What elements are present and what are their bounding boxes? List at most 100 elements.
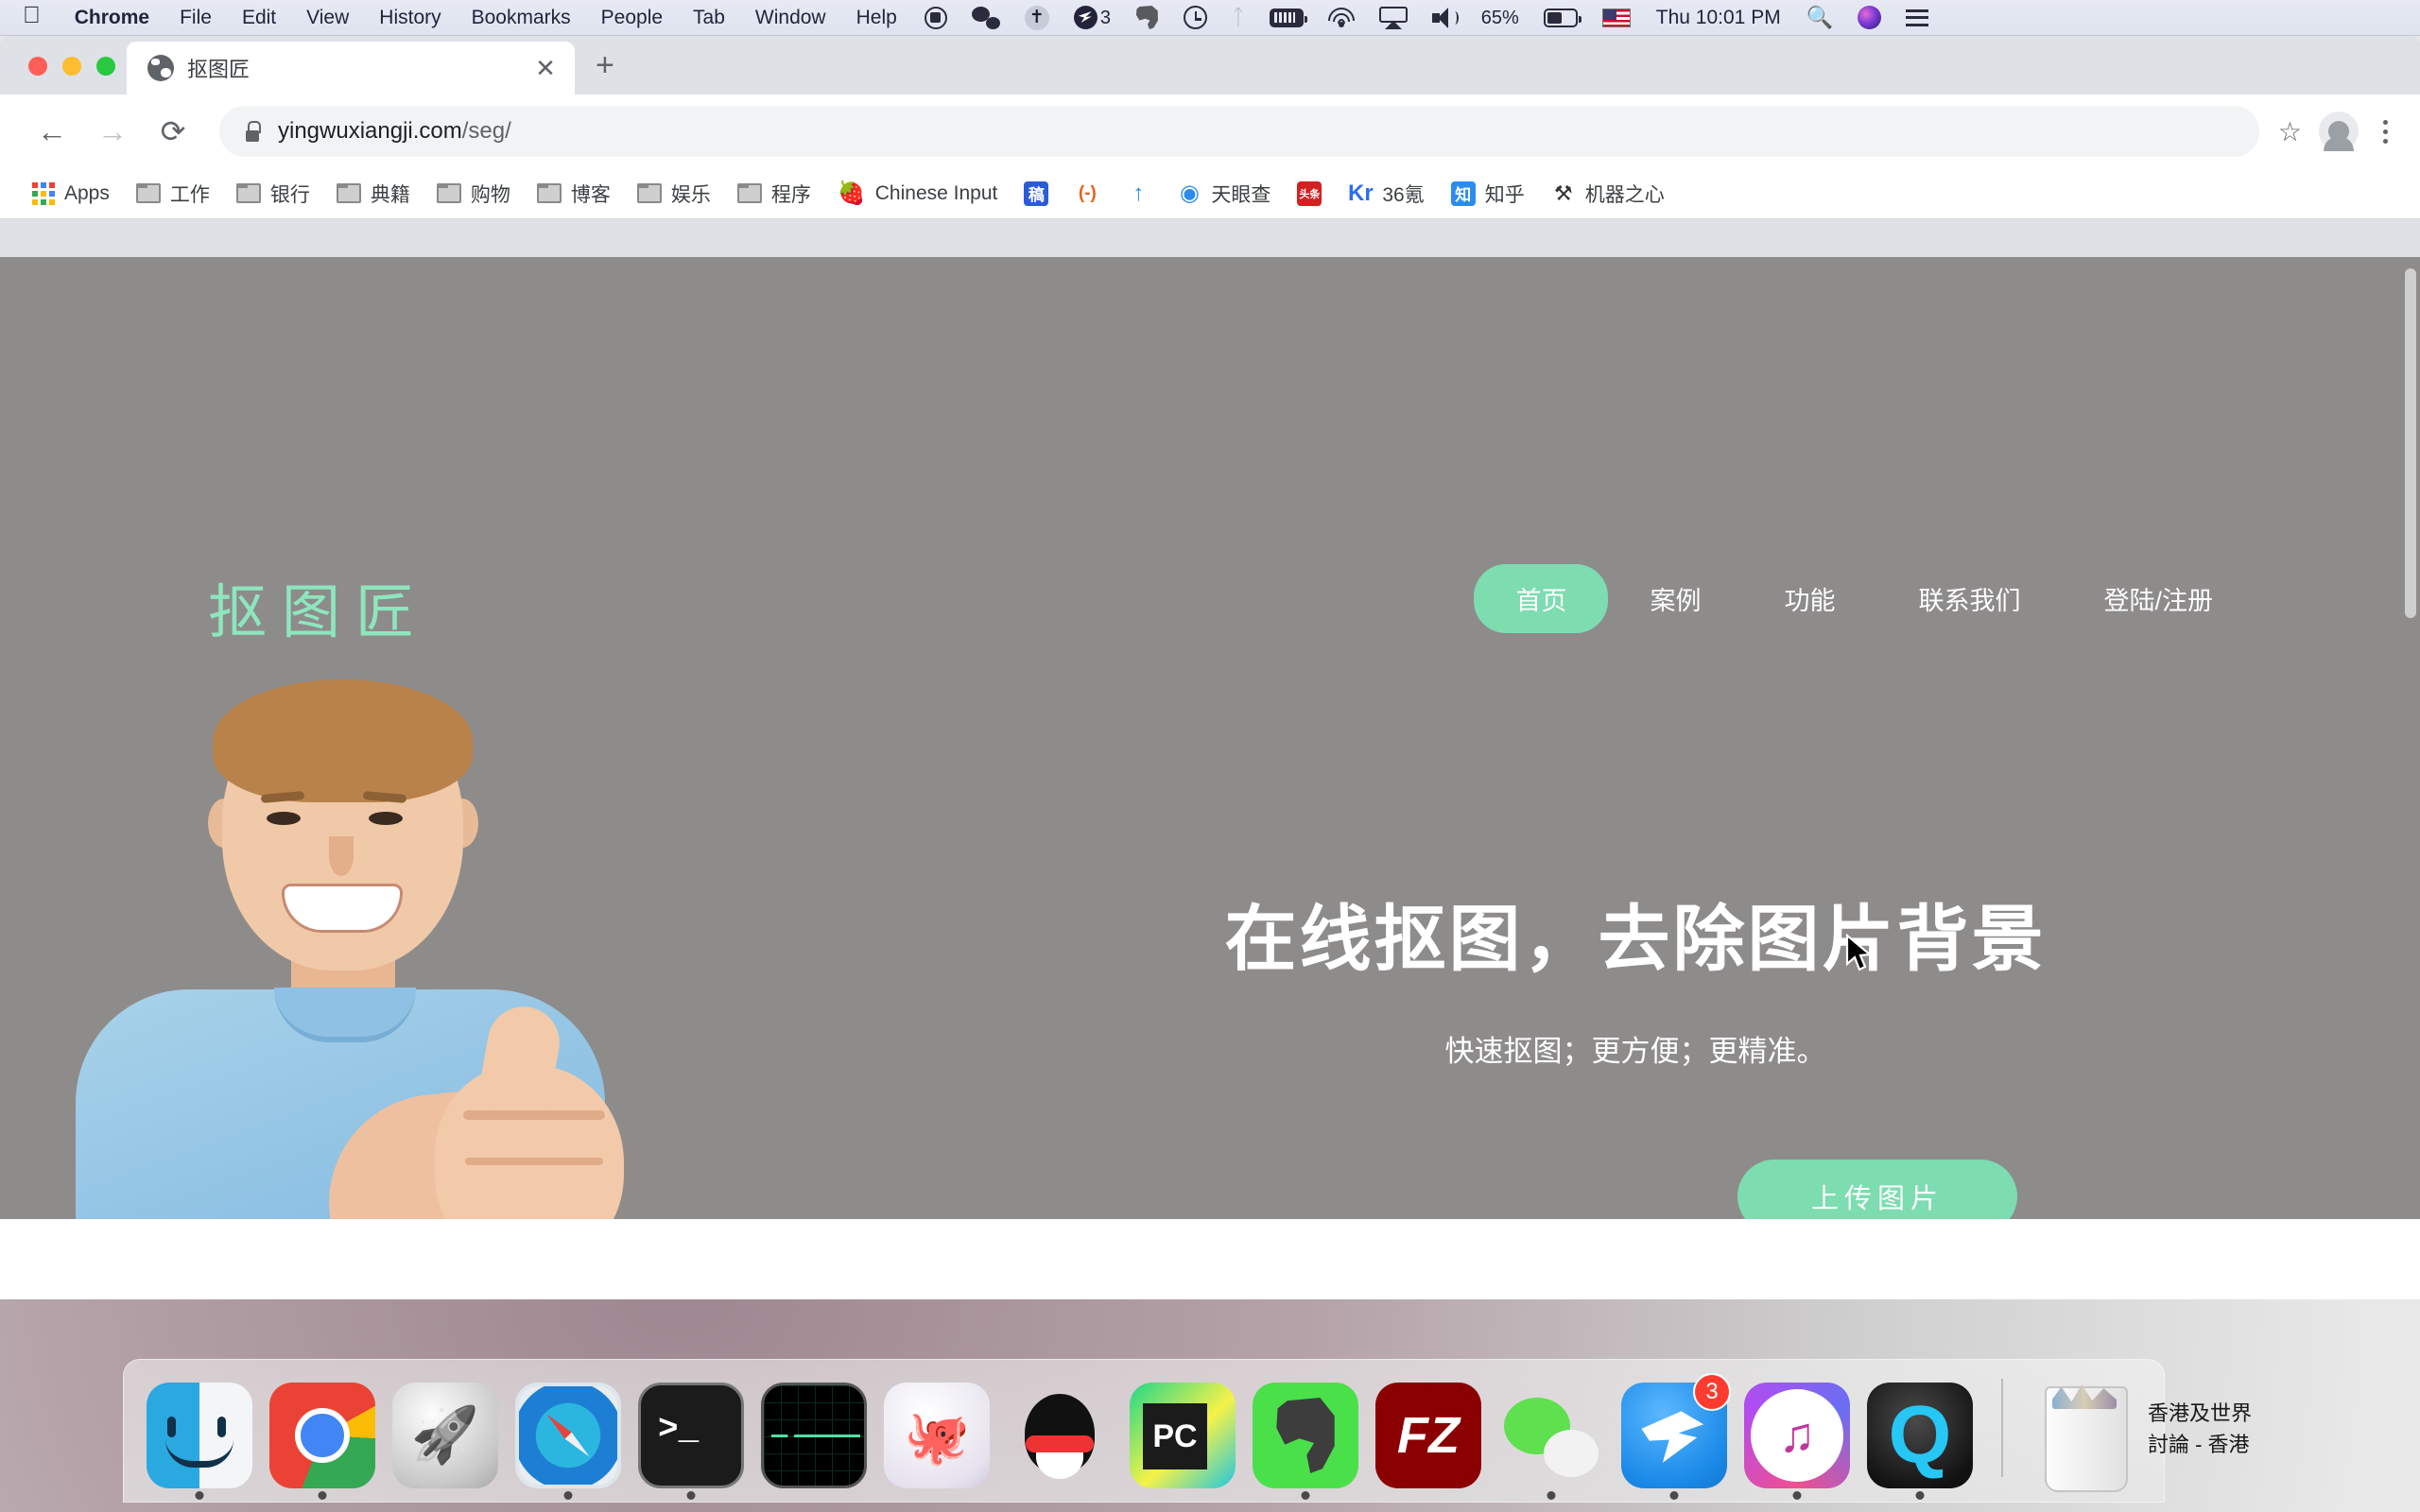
dock-item-wechat[interactable] xyxy=(1493,1371,1610,1500)
menu-item-chrome[interactable]: Chrome xyxy=(60,0,164,35)
menu-item-edit[interactable]: Edit xyxy=(227,0,291,35)
dock-item-tweetbot[interactable]: 3 xyxy=(1616,1371,1733,1500)
dock-item-itunes[interactable]: ♫ xyxy=(1738,1371,1856,1500)
us-flag-icon[interactable] xyxy=(1590,0,1643,35)
bookmark-blue-arrow[interactable]: ↑ xyxy=(1115,176,1162,212)
bookmark-folder-gongzuo[interactable]: 工作 xyxy=(125,174,221,214)
site-navigation: 首页 案例 功能 联系我们 登陆/注册 xyxy=(1474,564,2255,633)
bookmark-label: 程序 xyxy=(770,183,811,206)
menu-item-people[interactable]: People xyxy=(586,0,678,35)
bookmark-jiqizhixin[interactable]: ⚒ 机器之心 xyxy=(1540,174,1676,214)
dock-item-chrome[interactable] xyxy=(264,1371,381,1500)
battery-icon[interactable] xyxy=(1531,0,1590,35)
nav-item-features[interactable]: 功能 xyxy=(1742,580,1876,617)
upload-image-button[interactable]: 上传图片 xyxy=(1737,1160,2017,1219)
dock-item-quicktime[interactable] xyxy=(1861,1371,1979,1500)
bookmark-tianyancha[interactable]: ◉ 天眼查 xyxy=(1166,174,1282,214)
dock-item-qq[interactable] xyxy=(1001,1371,1118,1488)
strawberry-icon: 🍓 xyxy=(837,180,866,206)
folder-icon xyxy=(736,183,762,203)
bookmark-gao[interactable]: 稿 xyxy=(1012,176,1060,212)
bookmark-36kr[interactable]: Kr 36氪 xyxy=(1337,174,1435,214)
apple-logo-icon[interactable]:  xyxy=(0,0,60,33)
dock-item-launchpad[interactable] xyxy=(387,1371,504,1488)
address-bar[interactable]: yingwuxiangji.com/seg/ xyxy=(219,106,2259,157)
bookmark-folder-yinhang[interactable]: 银行 xyxy=(225,174,321,214)
screen-record-icon[interactable] xyxy=(912,0,959,35)
bookmark-bracket[interactable]: (-) xyxy=(1063,176,1111,212)
bookmarks-bar: Apps 工作 银行 典籍 购物 博客 娱乐 程序 🍓 Chinese Inpu… xyxy=(0,168,2420,219)
nav-item-home[interactable]: 首页 xyxy=(1474,564,1609,633)
bookmark-folder-yule[interactable]: 娱乐 xyxy=(626,174,722,214)
site-logo[interactable]: 抠图匠 xyxy=(208,564,429,649)
airplay-icon[interactable] xyxy=(1367,0,1420,35)
bookmark-folder-chengxu[interactable]: 程序 xyxy=(726,174,822,214)
menu-item-bookmarks[interactable]: Bookmarks xyxy=(457,0,586,35)
coconut-battery-icon[interactable] xyxy=(1257,0,1316,35)
wechat-icon xyxy=(1498,1383,1604,1488)
maximize-button[interactable] xyxy=(96,57,115,76)
shadowsocks-icon[interactable]: 3 xyxy=(1062,0,1123,35)
bookmark-folder-boke[interactable]: 博客 xyxy=(526,174,622,214)
browser-tab[interactable]: 抠图匠 ✕ xyxy=(127,42,575,94)
nav-item-contact[interactable]: 联系我们 xyxy=(1876,580,2062,617)
nav-item-login-register[interactable]: 登陆/注册 xyxy=(2062,580,2255,617)
notification-center-icon[interactable] xyxy=(1893,0,1941,35)
bookmark-label: 银行 xyxy=(269,183,310,206)
wechat-icon[interactable] xyxy=(959,0,1012,35)
browser-toolbar: ← → ⟳ yingwuxiangji.com/seg/ ☆ xyxy=(0,94,2420,168)
menu-item-history[interactable]: History xyxy=(364,0,456,35)
reload-button[interactable]: ⟳ xyxy=(146,104,200,159)
bookmark-folder-dianji[interactable]: 典籍 xyxy=(325,174,422,214)
folder-icon xyxy=(436,183,461,203)
dock-item-terminal[interactable] xyxy=(632,1371,750,1500)
kr36-icon: Kr xyxy=(1348,180,1374,206)
back-button[interactable]: ← xyxy=(25,104,79,159)
profile-avatar-icon[interactable] xyxy=(2319,112,2359,151)
bookmark-label: 天眼查 xyxy=(1211,183,1271,206)
close-button[interactable] xyxy=(28,57,47,76)
volume-icon[interactable] xyxy=(1420,0,1469,35)
menu-item-view[interactable]: View xyxy=(291,0,364,35)
folder-icon xyxy=(235,183,261,203)
menu-item-file[interactable]: File xyxy=(164,0,227,35)
page-scrollbar[interactable] xyxy=(2405,268,2416,618)
bookmark-apps[interactable]: Apps xyxy=(21,177,121,211)
wifi-icon[interactable] xyxy=(1316,0,1367,35)
evernote-icon[interactable] xyxy=(1123,0,1171,35)
dock-item-activity-monitor[interactable] xyxy=(755,1371,873,1488)
tab-close-icon[interactable]: ✕ xyxy=(529,56,562,80)
minimize-button[interactable] xyxy=(62,57,81,76)
dock-item-github[interactable] xyxy=(878,1371,995,1488)
itunes-icon: ♫ xyxy=(1744,1383,1850,1488)
menu-item-tab[interactable]: Tab xyxy=(678,0,740,35)
three-dot-menu-icon[interactable] xyxy=(2376,119,2395,144)
qq-penguin-icon xyxy=(1007,1383,1113,1488)
spotlight-search-icon[interactable]: 🔍 xyxy=(1794,0,1846,35)
dock-item-pycharm[interactable] xyxy=(1124,1371,1241,1488)
siri-icon[interactable] xyxy=(1845,0,1893,35)
bookmark-star-icon[interactable]: ☆ xyxy=(2278,116,2302,147)
menu-bar-clock[interactable]: Thu 10:01 PM xyxy=(1643,0,1794,35)
bookmark-chinese-input[interactable]: 🍓 Chinese Input xyxy=(826,174,1009,213)
bluetooth-icon[interactable]: ᛏ xyxy=(1219,0,1257,35)
nav-item-cases[interactable]: 案例 xyxy=(1608,580,1742,617)
dropbox-icon[interactable]: ✝ xyxy=(1012,0,1062,35)
url-domain: yingwuxiangji.com xyxy=(278,118,462,144)
dock-item-filezilla[interactable] xyxy=(1370,1371,1487,1488)
menu-item-help[interactable]: Help xyxy=(841,0,912,35)
bookmark-folder-gouwu[interactable]: 购物 xyxy=(425,174,522,214)
time-machine-icon[interactable] xyxy=(1171,0,1219,35)
hero-subtitle: 快速抠图；更方便；更精准。 xyxy=(1444,1035,1826,1068)
hero-section: 抠图匠 首页 案例 功能 联系我们 登陆/注册 在线抠图，去除图片背景 快速抠图… xyxy=(0,257,2420,1219)
bookmark-toutiao[interactable]: 头条 xyxy=(1286,176,1333,212)
dock-item-trash[interactable]: 香港及世界 討論 - 香港 xyxy=(2026,1371,2252,1492)
forward-button[interactable]: → xyxy=(85,104,140,159)
bracket-icon: (-) xyxy=(1075,180,1100,206)
new-tab-button[interactable]: + xyxy=(596,49,614,81)
dock-item-finder[interactable] xyxy=(141,1371,258,1500)
bookmark-zhihu[interactable]: 知 知乎 xyxy=(1440,174,1536,214)
menu-item-window[interactable]: Window xyxy=(740,0,841,35)
dock-item-safari[interactable] xyxy=(510,1371,627,1500)
dock-item-evernote[interactable] xyxy=(1247,1371,1364,1500)
